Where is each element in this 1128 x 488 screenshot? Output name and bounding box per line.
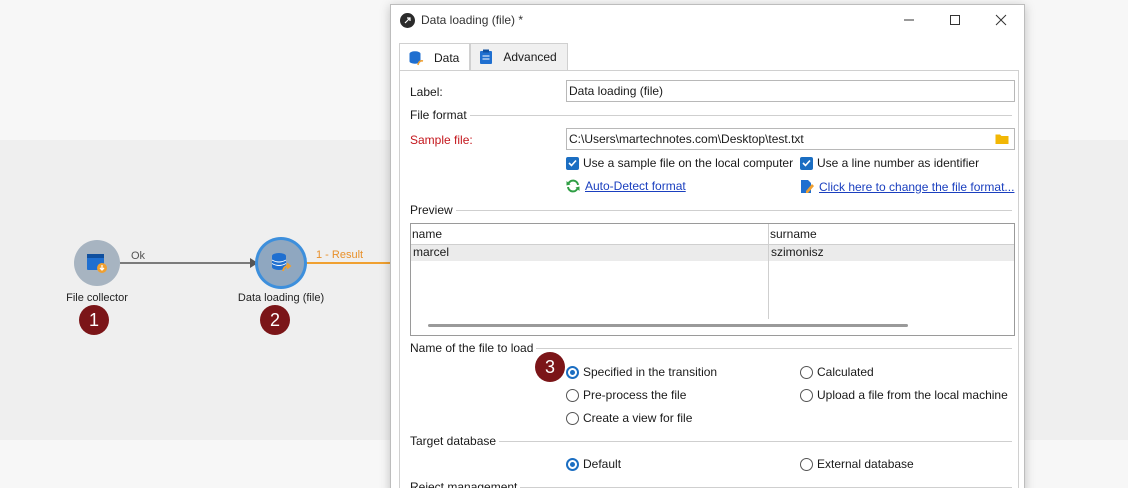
label-input[interactable]: Data loading (file): [566, 80, 1015, 102]
file-name-section: Name of the file to load: [410, 341, 1012, 355]
table-cell-surname: szimonisz: [771, 245, 824, 259]
table-row[interactable]: [411, 244, 1014, 261]
radio-upload-label: Upload a file from the local machine: [817, 388, 1008, 402]
radio-unselected-icon: [566, 388, 579, 402]
data-loading-node[interactable]: [258, 240, 304, 286]
reject-management-section: Reject management: [410, 480, 1012, 488]
transition-result-label: 1 - Result: [316, 249, 364, 261]
dialog-tabs: Data Advanced: [399, 43, 568, 71]
maximize-icon: [950, 15, 960, 25]
change-file-format-link[interactable]: Click here to change the file format...: [800, 179, 1014, 194]
table-cell-name: marcel: [413, 245, 450, 259]
sample-file-input[interactable]: C:\Users\martechnotes.com\Desktop\test.t…: [566, 128, 1015, 150]
label-field-label: Label:: [410, 85, 443, 99]
use-local-sample-label: Use a sample file on the local computer: [583, 156, 794, 170]
transition-ok-arrow: [250, 258, 258, 268]
radio-preprocess[interactable]: Pre-process the file: [566, 388, 686, 402]
dialog-titlebar: Data loading (file) *: [391, 5, 1024, 35]
radio-calculated[interactable]: Calculated: [800, 365, 874, 379]
auto-detect-link[interactable]: Auto-Detect format: [566, 179, 686, 193]
radio-unselected-icon: [566, 411, 579, 425]
close-button[interactable]: [978, 5, 1024, 35]
radio-create-view[interactable]: Create a view for file: [566, 411, 692, 425]
data-tab-panel: Label: Data loading (file) File format S…: [399, 70, 1019, 488]
target-database-section: Target database: [410, 434, 1012, 448]
radio-specified-label: Specified in the transition: [583, 365, 718, 379]
horizontal-scrollbar[interactable]: [428, 324, 908, 327]
data-loading-dialog: Data loading (file) * Data Advanced Labe…: [390, 4, 1025, 488]
radio-calculated-label: Calculated: [817, 365, 874, 379]
use-line-number-checkbox[interactable]: Use a line number as identifier: [800, 156, 979, 170]
radio-external-label: External database: [817, 457, 914, 471]
preview-section: Preview: [410, 203, 1012, 217]
radio-selected-icon: [566, 457, 579, 471]
tab-data[interactable]: Data: [399, 43, 471, 71]
step-badge-3: 3: [535, 352, 565, 382]
radio-default-database[interactable]: Default: [566, 457, 621, 471]
step-badge-2: 2: [260, 305, 290, 335]
radio-preprocess-label: Pre-process the file: [583, 388, 687, 402]
database-load-icon: [271, 253, 292, 272]
radio-selected-icon: [566, 365, 579, 379]
sample-file-path: C:\Users\martechnotes.com\Desktop\test.t…: [569, 132, 804, 146]
minimize-icon: [904, 19, 914, 21]
use-local-sample-checkbox[interactable]: Use a sample file on the local computer: [566, 156, 793, 170]
checkbox-checked-icon: [800, 156, 813, 170]
step-badge-1: 1: [79, 305, 109, 335]
workflow-connections: [120, 258, 392, 268]
target-database-heading: Target database: [410, 434, 497, 448]
radio-unselected-icon: [800, 388, 813, 402]
app-logo-icon: [404, 16, 411, 23]
radio-default-label: Default: [583, 457, 622, 471]
radio-view-label: Create a view for file: [583, 411, 693, 425]
change-file-format-label: Click here to change the file format...: [819, 179, 1015, 194]
use-line-number-label: Use a line number as identifier: [817, 156, 980, 170]
refresh-icon: [566, 179, 580, 193]
folder-icon[interactable]: [995, 132, 1009, 145]
app-icon: [400, 12, 415, 28]
radio-specified-in-transition[interactable]: Specified in the transition: [566, 365, 717, 379]
radio-external-database[interactable]: External database: [800, 457, 914, 471]
preview-grid: name surname marcel szimonisz: [410, 223, 1015, 336]
transition-ok-label: Ok: [131, 250, 146, 262]
radio-upload-local[interactable]: Upload a file from the local machine: [800, 388, 1008, 402]
file-format-heading: File format: [410, 108, 467, 122]
file-format-section: File format: [410, 108, 1012, 122]
tab-data-label: Data: [434, 50, 460, 65]
clipboard-icon: [480, 49, 493, 64]
reject-management-heading: Reject management: [410, 480, 518, 488]
edit-document-icon: [801, 180, 814, 193]
file-collector-label: File collector: [66, 292, 128, 304]
tab-advanced[interactable]: Advanced: [470, 43, 568, 70]
checkbox-checked-icon: [566, 156, 579, 170]
tab-advanced-label: Advanced: [503, 50, 557, 64]
data-loading-label: Data loading (file): [237, 292, 325, 304]
file-collector-icon: [87, 254, 107, 273]
column-header-name[interactable]: name: [411, 224, 442, 244]
radio-unselected-icon: [800, 457, 813, 471]
auto-detect-label: Auto-Detect format: [585, 179, 686, 193]
dialog-title: Data loading (file) *: [421, 13, 524, 27]
database-icon: [409, 50, 424, 65]
file-name-heading: Name of the file to load: [410, 341, 534, 355]
sample-file-label: Sample file:: [410, 133, 473, 147]
minimize-button[interactable]: [886, 5, 932, 35]
file-collector-node[interactable]: [74, 240, 120, 286]
preview-heading: Preview: [410, 203, 453, 217]
close-icon: [995, 14, 1007, 26]
maximize-button[interactable]: [932, 5, 978, 35]
column-header-surname[interactable]: surname: [769, 224, 817, 244]
radio-unselected-icon: [800, 365, 813, 379]
